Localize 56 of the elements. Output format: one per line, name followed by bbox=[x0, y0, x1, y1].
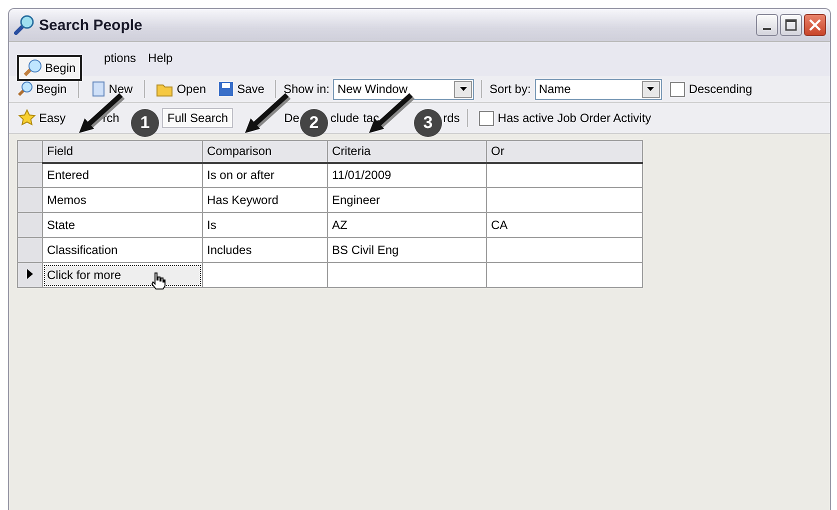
close-icon bbox=[809, 19, 821, 31]
easy-search-tab[interactable]: Easy rch bbox=[13, 106, 124, 130]
option-text: rds bbox=[443, 111, 460, 125]
table-cell: 11/01/2009 bbox=[332, 168, 392, 182]
window-title: Search People bbox=[39, 16, 142, 34]
table-cell: State bbox=[47, 218, 76, 232]
magnifier-icon bbox=[13, 14, 35, 36]
open-button[interactable]: Open bbox=[152, 81, 210, 97]
table-cell: Entered bbox=[47, 168, 90, 182]
table-cell: Is on or after bbox=[207, 168, 274, 182]
descending-checkbox[interactable] bbox=[670, 82, 685, 96]
table-cell: Memos bbox=[47, 193, 86, 207]
document-icon bbox=[90, 81, 106, 97]
begin-button[interactable]: Begin bbox=[13, 81, 71, 97]
menu-item[interactable]: ptions bbox=[104, 51, 136, 65]
option-text: De bbox=[284, 111, 300, 125]
menu-item[interactable]: Help bbox=[148, 51, 173, 65]
callout-arrow bbox=[79, 93, 125, 133]
tooltip-text: Begin bbox=[45, 61, 76, 75]
table-cell: Classification bbox=[47, 243, 118, 257]
new-button[interactable]: New bbox=[86, 81, 137, 97]
caret-icon bbox=[460, 87, 467, 91]
magnifier-icon bbox=[23, 59, 43, 77]
show-in-dropdown[interactable]: New Window bbox=[333, 78, 474, 100]
table-cell: AZ bbox=[332, 218, 348, 232]
minimize-button[interactable] bbox=[756, 14, 778, 36]
star-icon bbox=[18, 109, 36, 127]
job-order-checkbox[interactable] bbox=[478, 110, 494, 126]
table-cell: CA bbox=[491, 218, 508, 232]
save-button[interactable]: Save bbox=[214, 81, 268, 97]
row-header bbox=[18, 140, 42, 162]
table-cell: Has Keyword bbox=[207, 193, 278, 207]
magnifier-icon bbox=[17, 81, 33, 97]
table-cell: Is bbox=[207, 218, 216, 232]
sort-by-label: Sort by: bbox=[489, 82, 531, 96]
show-in-label: Show in: bbox=[283, 82, 330, 96]
caret-icon bbox=[647, 87, 654, 91]
column-header[interactable]: Criteria bbox=[328, 140, 486, 162]
row-header[interactable] bbox=[18, 262, 42, 288]
table-cell: Click for more bbox=[44, 264, 201, 286]
column-header[interactable]: Comparison bbox=[202, 140, 328, 162]
table-cell: Includes bbox=[207, 243, 252, 257]
table-cell: Engineer bbox=[332, 193, 380, 207]
minimize-icon bbox=[763, 28, 771, 30]
sort-by-dropdown[interactable]: Name bbox=[534, 78, 662, 100]
descending-label: Descending bbox=[688, 82, 752, 96]
column-header[interactable]: Field bbox=[42, 140, 202, 162]
close-button[interactable] bbox=[804, 14, 826, 36]
job-order-label: Has active Job Order Activity bbox=[498, 111, 652, 125]
full-search-tab[interactable]: Full Search bbox=[162, 108, 234, 128]
maximize-button[interactable] bbox=[780, 14, 802, 36]
table-cell: BS Civil Eng bbox=[332, 243, 399, 257]
row-pointer-icon bbox=[27, 269, 33, 279]
maximize-icon bbox=[785, 19, 797, 31]
option-text: clude bbox=[330, 111, 360, 125]
column-header[interactable]: Or bbox=[486, 140, 642, 162]
